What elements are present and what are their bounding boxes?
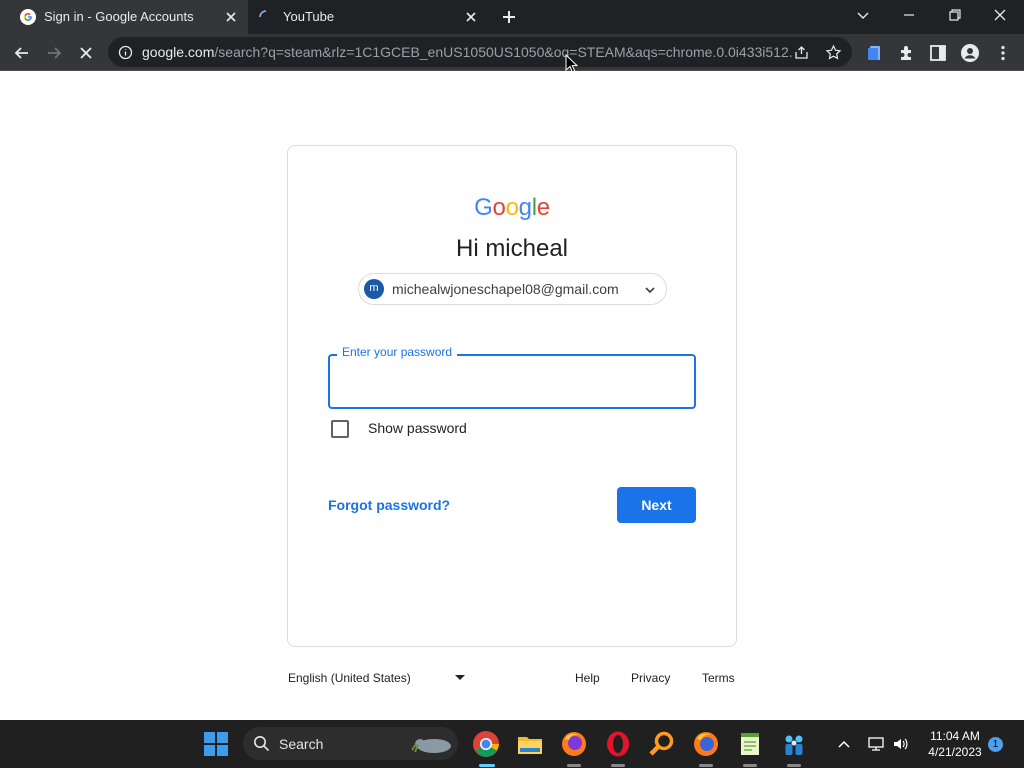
google-docs-extension-icon[interactable] [865,43,885,63]
account-chip[interactable]: m michealwjoneschapel08@gmail.com [358,273,667,305]
taskbar-clock[interactable]: 11:04 AM 4/21/2023 [918,728,992,760]
search-icon [254,736,270,752]
notification-badge[interactable]: 1 [988,737,1003,752]
next-button[interactable]: Next [617,487,696,523]
taskbar-search[interactable]: Search [243,727,458,760]
tab-youtube[interactable]: YouTube [248,0,488,34]
chevron-up-icon[interactable] [836,736,852,752]
people-running-indicator [787,764,801,767]
close-tab-icon[interactable] [224,10,238,24]
help-link[interactable]: Help [575,671,600,685]
people-app-icon[interactable] [780,730,808,758]
firefox-icon[interactable] [692,730,720,758]
notepad-running-indicator [743,764,757,767]
firefox-running-indicator [567,764,581,767]
new-tab-icon[interactable] [500,8,518,26]
forgot-password-link[interactable]: Forgot password? [328,497,450,513]
file-explorer-icon[interactable] [516,730,544,758]
forward-arrow-icon[interactable] [44,43,64,63]
windows-start-icon[interactable] [203,731,229,757]
tab-search-chevron-icon[interactable] [855,7,871,23]
show-password-label[interactable]: Show password [368,420,467,436]
firefox-icon[interactable] [560,730,588,758]
notepad-icon[interactable] [736,730,764,758]
profile-icon[interactable] [960,43,980,63]
extensions-puzzle-icon[interactable] [897,43,917,63]
show-password-checkbox[interactable] [331,420,349,438]
privacy-link[interactable]: Privacy [631,671,670,685]
terms-link[interactable]: Terms [702,671,735,685]
tab-title: Sign in - Google Accounts [44,9,194,24]
site-info-icon[interactable] [118,45,133,60]
network-icon[interactable] [867,735,885,753]
avatar: m [364,279,384,299]
close-window-icon[interactable] [992,7,1008,23]
menu-kebab-icon[interactable] [993,43,1013,63]
minimize-icon[interactable] [901,7,917,23]
dropdown-arrow-icon[interactable] [455,675,465,680]
mouse-cursor-icon [565,54,578,73]
page-title: Hi micheal [455,235,569,262]
search-highlight-manatee-icon [411,739,451,753]
side-panel-icon[interactable] [928,43,948,63]
account-email: michealwjoneschapel08@gmail.com [392,281,619,297]
tab-strip: Sign in - Google Accounts YouTube [0,0,1024,34]
chevron-down-icon [645,287,655,294]
back-arrow-icon[interactable] [12,43,32,63]
stop-loading-icon[interactable] [76,43,96,63]
google-favicon-icon [20,9,36,25]
close-tab-icon[interactable] [464,10,478,24]
taskbar: Search [0,720,1024,768]
url-path: /search?q=steam&rlz=1C1GCEB_enUS1050US10… [214,44,792,60]
signin-card: Google Hi micheal m michealwjoneschapel0… [287,145,737,647]
opera-icon[interactable] [604,730,632,758]
clock-date: 4/21/2023 [928,745,982,759]
search-label: Search [279,736,324,752]
browser-toolbar: google.com/search?q=steam&rlz=1C1GCEB_en… [0,34,1024,71]
chrome-icon[interactable] [472,730,500,758]
google-logo: Google [474,194,550,221]
bookmark-star-icon[interactable] [825,44,842,61]
clock-time: 11:04 AM [930,729,980,743]
password-input[interactable] [330,356,694,407]
url-text[interactable]: google.com/search?q=steam&rlz=1C1GCEB_en… [142,44,792,60]
share-icon[interactable] [793,44,810,61]
address-bar[interactable]: google.com/search?q=steam&rlz=1C1GCEB_en… [108,37,852,67]
language-select[interactable]: English (United States) [288,671,411,685]
firefox-running-indicator [699,764,713,767]
tab-title: YouTube [283,9,335,24]
url-host: google.com [142,44,215,60]
restore-icon[interactable] [947,7,963,23]
opera-running-indicator [611,764,625,767]
volume-icon[interactable] [892,735,910,753]
search-everything-icon[interactable] [648,730,676,758]
tab-sign-in[interactable]: Sign in - Google Accounts [0,0,248,34]
loading-spinner-icon [259,10,267,18]
chrome-running-indicator [479,764,495,767]
